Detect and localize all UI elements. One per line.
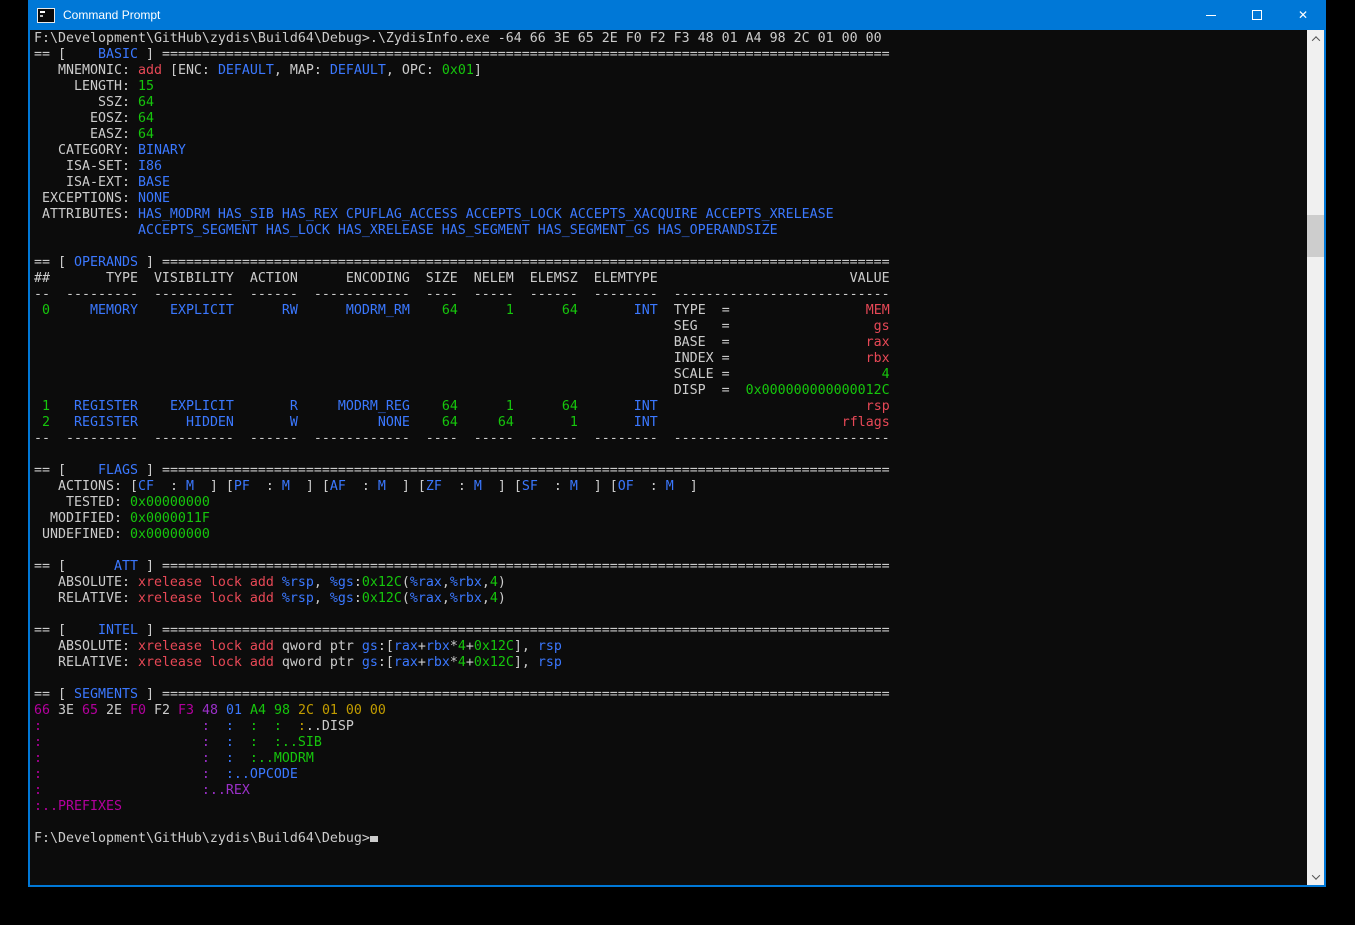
console-line: == [ INTEL ] ===========================…	[34, 623, 1307, 639]
console-line: :..PREFIXES	[34, 799, 1307, 815]
minimize-button[interactable]	[1188, 0, 1234, 30]
console-line: LENGTH: 15	[34, 79, 1307, 95]
console-line: ATTRIBUTES: HAS_MODRM HAS_SIB HAS_REX CP…	[34, 207, 1307, 223]
console-line: TESTED: 0x00000000	[34, 495, 1307, 511]
close-icon: ✕	[1298, 9, 1308, 21]
scroll-down-button[interactable]	[1307, 868, 1324, 885]
window-controls: ✕	[1188, 0, 1326, 30]
console-line: UNDEFINED: 0x00000000	[34, 527, 1307, 543]
console-line: RELATIVE: xrelease lock add qword ptr gs…	[34, 655, 1307, 671]
console-line: INDEX = rbx	[34, 351, 1307, 367]
scroll-up-button[interactable]	[1307, 30, 1324, 47]
console-line: SSZ: 64	[34, 95, 1307, 111]
console-line: == [ ATT ] =============================…	[34, 559, 1307, 575]
console-line: : : : :..MODRM	[34, 751, 1307, 767]
console-line: DISP = 0x000000000000012C	[34, 383, 1307, 399]
console-line: F:\Development\GitHub\zydis\Build64\Debu…	[34, 31, 1307, 47]
console-line: ## TYPE VISIBILITY ACTION ENCODING SIZE …	[34, 271, 1307, 287]
console-line: ISA-EXT: BASE	[34, 175, 1307, 191]
console-line: BASE = rax	[34, 335, 1307, 351]
console-output[interactable]: F:\Development\GitHub\zydis\Build64\Debu…	[30, 30, 1307, 885]
console-line	[34, 607, 1307, 623]
chevron-down-icon	[1311, 871, 1319, 879]
console-line: SCALE = 4	[34, 367, 1307, 383]
close-button[interactable]: ✕	[1280, 0, 1326, 30]
console-line: : :..REX	[34, 783, 1307, 799]
console-line: EOSZ: 64	[34, 111, 1307, 127]
console-line: 0 MEMORY EXPLICIT RW MODRM_RM 64 1 64 IN…	[34, 303, 1307, 319]
console-line: 1 REGISTER EXPLICIT R MODRM_REG 64 1 64 …	[34, 399, 1307, 415]
console-line: -- --------- ---------- ------ ---------…	[34, 431, 1307, 447]
maximize-icon	[1252, 10, 1262, 20]
title-bar[interactable]: Command Prompt ✕	[28, 0, 1326, 30]
console-line: EXCEPTIONS: NONE	[34, 191, 1307, 207]
console-line: ACCEPTS_SEGMENT HAS_LOCK HAS_XRELEASE HA…	[34, 223, 1307, 239]
console-line: : : : : : :..DISP	[34, 719, 1307, 735]
console-line	[34, 815, 1307, 831]
console-line: == [ FLAGS ] ===========================…	[34, 463, 1307, 479]
window-title: Command Prompt	[63, 8, 160, 22]
console-line	[34, 239, 1307, 255]
console-line	[34, 671, 1307, 687]
console-line: -- --------- ---------- ------ ---------…	[34, 287, 1307, 303]
console-line: 2 REGISTER HIDDEN W NONE 64 64 1 INT rfl…	[34, 415, 1307, 431]
minimize-icon	[1206, 15, 1216, 16]
chevron-up-icon	[1311, 36, 1319, 44]
vertical-scrollbar[interactable]	[1307, 30, 1324, 885]
console-line: CATEGORY: BINARY	[34, 143, 1307, 159]
text-cursor	[370, 836, 378, 842]
console-line: EASZ: 64	[34, 127, 1307, 143]
console-line: ISA-SET: I86	[34, 159, 1307, 175]
console-line: MODIFIED: 0x0000011F	[34, 511, 1307, 527]
console-line: MNEMONIC: add [ENC: DEFAULT, MAP: DEFAUL…	[34, 63, 1307, 79]
scrollbar-thumb[interactable]	[1307, 215, 1324, 257]
command-prompt-window: Command Prompt ✕ F:\Development\GitHub\z…	[28, 30, 1326, 887]
cmd-icon	[37, 8, 55, 23]
console-line: == [ SEGMENTS ] ========================…	[34, 687, 1307, 703]
console-line	[34, 543, 1307, 559]
console-line	[34, 447, 1307, 463]
console-line: F:\Development\GitHub\zydis\Build64\Debu…	[34, 831, 1307, 847]
console-line: SEG = gs	[34, 319, 1307, 335]
console-line: == [ BASIC ] ===========================…	[34, 47, 1307, 63]
console-line: == [ OPERANDS ] ========================…	[34, 255, 1307, 271]
console-line: : : : : :..SIB	[34, 735, 1307, 751]
maximize-button[interactable]	[1234, 0, 1280, 30]
console-line: RELATIVE: xrelease lock add %rsp, %gs:0x…	[34, 591, 1307, 607]
console-line: ABSOLUTE: xrelease lock add %rsp, %gs:0x…	[34, 575, 1307, 591]
console-line: 66 3E 65 2E F0 F2 F3 48 01 A4 98 2C 01 0…	[34, 703, 1307, 719]
console-line: ACTIONS: [CF : M ] [PF : M ] [AF : M ] […	[34, 479, 1307, 495]
console-line: ABSOLUTE: xrelease lock add qword ptr gs…	[34, 639, 1307, 655]
console-line: : : :..OPCODE	[34, 767, 1307, 783]
